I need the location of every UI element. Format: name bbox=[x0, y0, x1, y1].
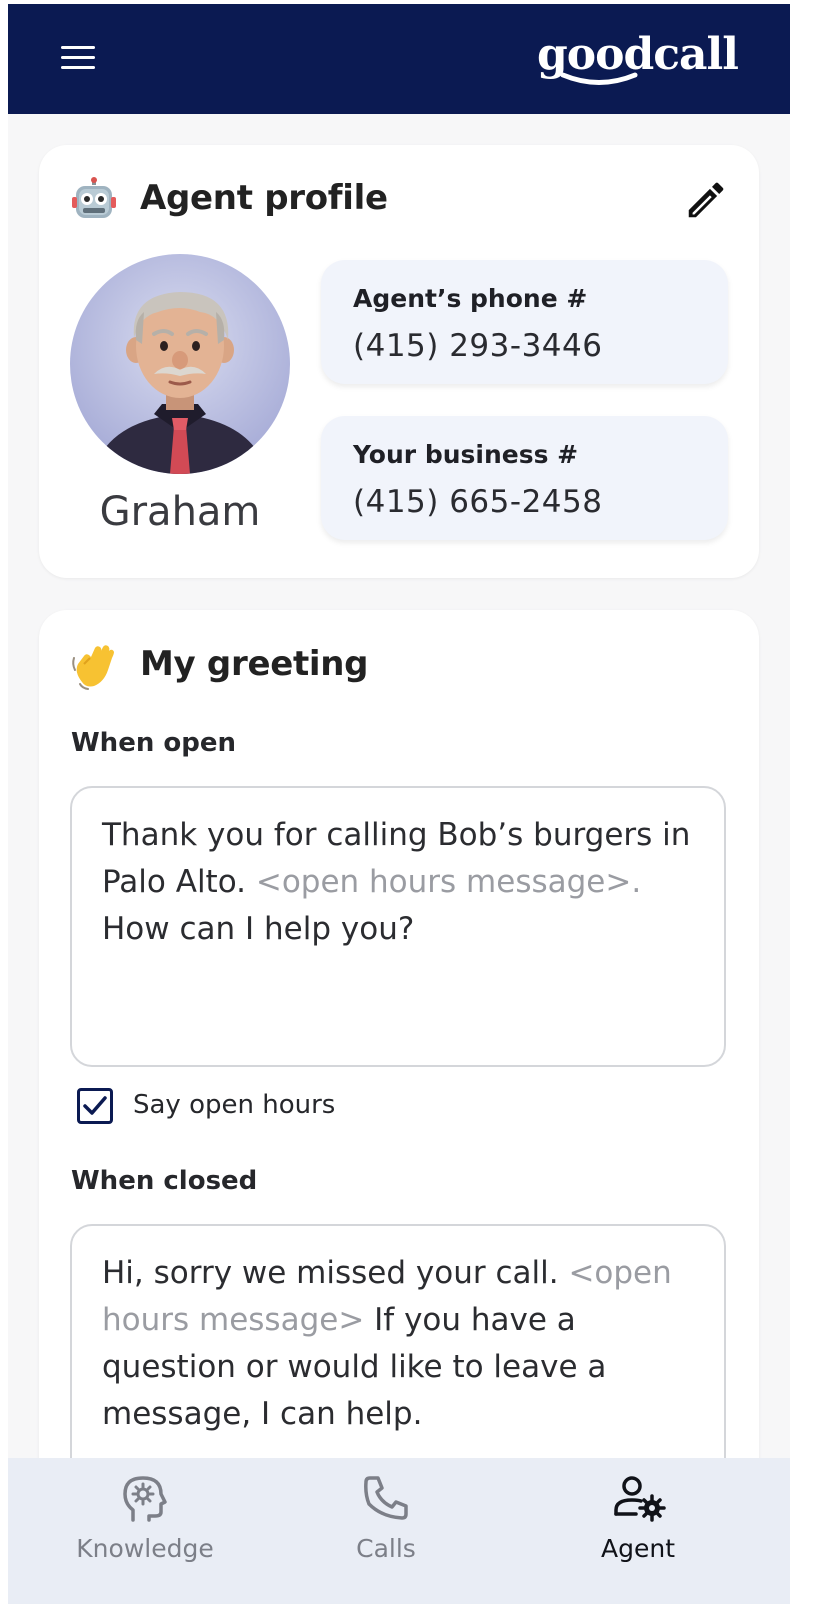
waving-hand-emoji-icon bbox=[72, 645, 114, 690]
business-phone-label: Your business # bbox=[353, 440, 579, 469]
say-open-hours-checkbox[interactable] bbox=[77, 1088, 113, 1124]
agent-profile-card: Agent profile Graham Agent’s phone # (41… bbox=[39, 145, 759, 578]
business-phone-box: Your business # (415) 665-2458 bbox=[321, 416, 728, 540]
bottom-navigation: Knowledge Calls Agent bbox=[8, 1458, 790, 1604]
when-closed-text-start: Hi, sorry we missed your call. bbox=[102, 1255, 569, 1291]
agent-name: Graham bbox=[99, 489, 261, 535]
when-closed-label: When closed bbox=[71, 1166, 258, 1196]
agent-avatar-illustration bbox=[92, 292, 268, 474]
agent-phone-box: Agent’s phone # (415) 293-3446 bbox=[321, 260, 728, 384]
brain-head-icon bbox=[123, 1476, 167, 1522]
goodcall-logo: goodcall bbox=[537, 28, 739, 88]
top-app-bar: goodcall bbox=[8, 4, 790, 114]
checkmark-icon bbox=[83, 1096, 107, 1115]
when-open-greeting-input[interactable]: Thank you for calling Bob’s burgers in P… bbox=[70, 786, 726, 1067]
agent-profile-title: Agent profile bbox=[140, 178, 388, 218]
nav-calls[interactable]: Calls bbox=[296, 1472, 476, 1572]
when-open-text-end: How can I help you? bbox=[102, 911, 415, 947]
business-phone-value: (415) 665-2458 bbox=[353, 484, 603, 520]
greeting-card: My greeting When open Thank you for call… bbox=[39, 610, 759, 1554]
say-open-hours-label[interactable]: Say open hours bbox=[133, 1090, 335, 1120]
menu-icon[interactable] bbox=[58, 42, 98, 72]
agent-phone-label: Agent’s phone # bbox=[353, 284, 588, 313]
agent-phone-value: (415) 293-3446 bbox=[353, 328, 603, 364]
logo-smile-icon bbox=[560, 72, 638, 85]
app-screen: goodcall Agent profile Graham Agent’s ph… bbox=[8, 4, 790, 1604]
nav-knowledge[interactable]: Knowledge bbox=[55, 1472, 235, 1572]
nav-agent-label: Agent bbox=[601, 1534, 675, 1563]
greeting-title: My greeting bbox=[140, 644, 369, 684]
agent-avatar[interactable] bbox=[70, 254, 290, 474]
nav-calls-label: Calls bbox=[356, 1534, 416, 1563]
pencil-icon[interactable] bbox=[683, 177, 729, 223]
phone-icon bbox=[364, 1476, 408, 1520]
when-open-label: When open bbox=[71, 728, 237, 758]
when-open-placeholder-token: <open hours message>. bbox=[255, 864, 642, 900]
nav-agent[interactable]: Agent bbox=[548, 1472, 728, 1572]
robot-emoji-icon bbox=[72, 177, 116, 218]
user-gear-icon bbox=[614, 1476, 666, 1522]
nav-knowledge-label: Knowledge bbox=[76, 1534, 214, 1563]
